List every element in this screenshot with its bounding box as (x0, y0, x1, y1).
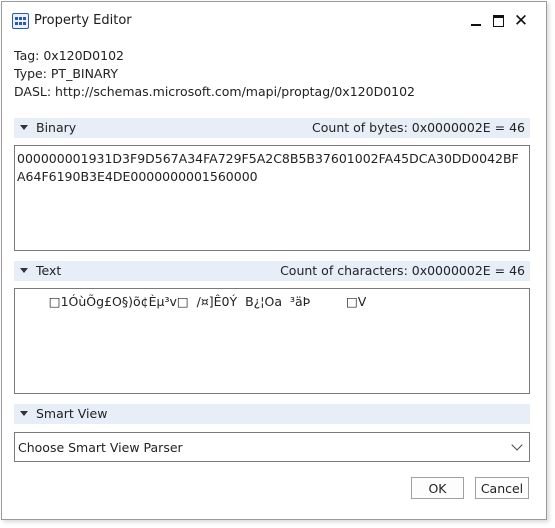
binary-textarea[interactable]: 000000001931D3F9D567A34FA729F5A2C8B5B376… (14, 145, 530, 251)
minimize-button[interactable] (464, 9, 488, 33)
collapse-arrow-icon[interactable] (20, 411, 28, 416)
window-title: Property Editor (34, 13, 132, 28)
smart-view-section-label: Smart View (36, 406, 108, 421)
chevron-down-icon (511, 439, 523, 451)
smart-view-parser-dropdown[interactable]: Choose Smart View Parser (14, 432, 530, 462)
collapse-arrow-icon[interactable] (20, 268, 28, 273)
tag-label: Tag: 0x120D0102 (14, 48, 124, 63)
byte-count-label: Count of bytes: 0x0000002E = 46 (312, 120, 525, 135)
collapse-arrow-icon[interactable] (20, 125, 28, 130)
text-value: □1ÓùÕg£O§)õ¢Èµ³v□ /¤]Ê0Ý B¿¦Oa ³äÞ □V (17, 294, 367, 309)
smart-view-section-header[interactable]: Smart View (14, 404, 530, 424)
text-textarea[interactable]: □1ÓùÕg£O§)õ¢Èµ³v□ /¤]Ê0Ý B¿¦Oa ³äÞ □V (14, 288, 530, 394)
close-icon: ✕ (513, 11, 529, 31)
maximize-icon (492, 15, 504, 27)
property-editor-window: Property Editor ✕ Tag: 0x120D0102 Type: … (1, 1, 547, 520)
binary-section-label: Binary (36, 120, 77, 135)
text-section-label: Text (36, 263, 62, 278)
binary-value: 000000001931D3F9D567A34FA729F5A2C8B5B376… (17, 151, 519, 184)
cancel-button[interactable]: Cancel (475, 477, 529, 499)
character-count-label: Count of characters: 0x0000002E = 46 (280, 263, 525, 278)
dasl-label: DASL: http://schemas.microsoft.com/mapi/… (14, 84, 416, 99)
binary-section-header[interactable]: Binary Count of bytes: 0x0000002E = 46 (14, 118, 530, 138)
maximize-button[interactable] (486, 9, 510, 33)
app-icon (12, 13, 29, 29)
close-button[interactable]: ✕ (509, 9, 533, 33)
type-label: Type: PT_BINARY (14, 66, 119, 81)
ok-button[interactable]: OK (411, 477, 464, 499)
title-bar[interactable]: Property Editor ✕ (2, 2, 546, 40)
smart-view-parser-value: Choose Smart View Parser (18, 440, 183, 455)
minimize-icon (471, 24, 481, 26)
text-section-header[interactable]: Text Count of characters: 0x0000002E = 4… (14, 261, 530, 281)
